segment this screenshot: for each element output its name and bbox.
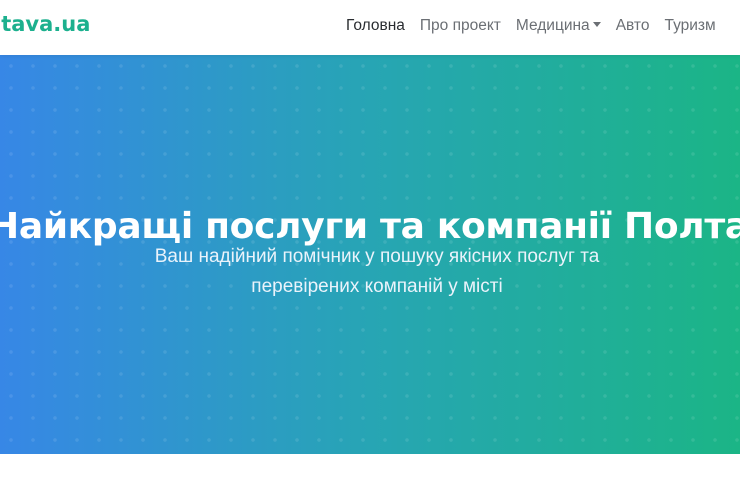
nav-item-home[interactable]: Головна [346,17,405,35]
nav-item-label: Медицина [515,17,590,34]
nav-item-medicine[interactable]: Медицина [516,17,601,35]
nav-item-auto[interactable]: Авто [616,17,650,35]
caret-down-icon [592,22,601,28]
nav-item-label: Про проект [419,17,501,34]
top-navbar: ltava.ua Головна Про проект Медицина Авт… [0,0,740,55]
nav-item-tourism[interactable]: Туризм [664,17,715,35]
hero-title: Найкращі послуги та компанії Полтав [0,206,740,248]
hero-subtitle-line-1: Ваш надійний помічник у пошуку якісних п… [154,246,600,267]
nav-item-label: Головна [346,17,405,34]
hero-section: Найкращі послуги та компанії Полтав Ваш … [0,55,740,454]
main-nav: Головна Про проект Медицина Авто Туризм [346,17,731,35]
hero-subtitle-line-2: перевірених компаній у місті [251,276,503,297]
nav-item-about[interactable]: Про проект [420,17,501,35]
nav-item-label: Туризм [664,17,716,34]
brand-logo[interactable]: ltava.ua [0,12,90,36]
nav-item-label: Авто [615,17,650,34]
